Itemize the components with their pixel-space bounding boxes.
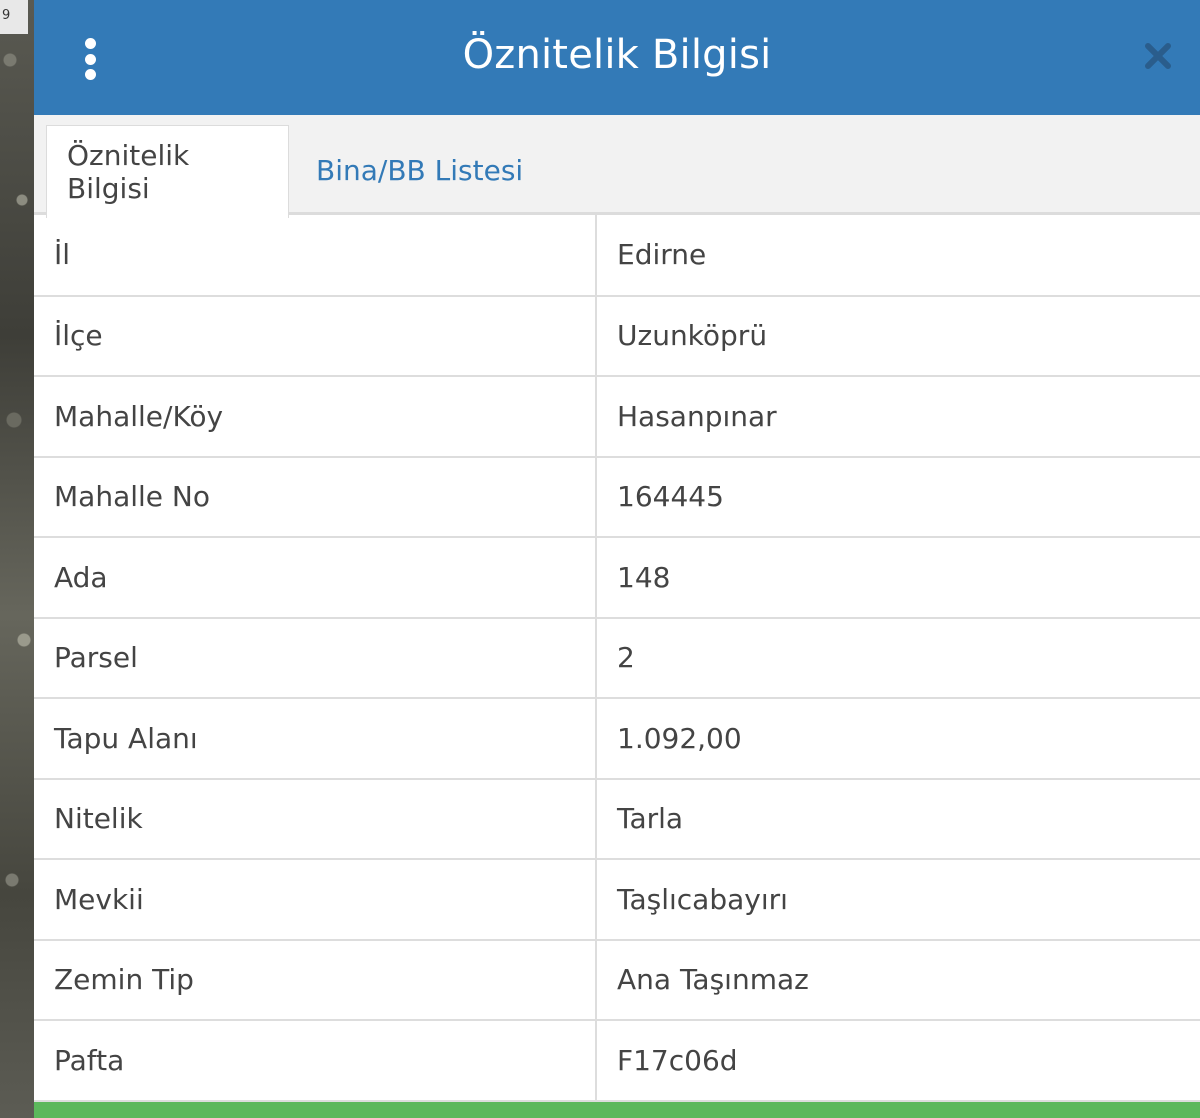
attribute-value: Edirne <box>595 215 1200 297</box>
attribute-panel: Öznitelik Bilgisi Öznitelik Bilgisi Bina… <box>34 0 1200 1118</box>
attribute-key: Zemin Tip <box>34 938 597 1021</box>
table-row: Parsel 2 <box>34 616 1200 699</box>
table-row: Pafta F17c06d <box>34 1019 1200 1102</box>
table-row: Mahalle/Köy Hasanpınar <box>34 375 1200 458</box>
attribute-value: 2 <box>595 616 1200 699</box>
tab-bar: Öznitelik Bilgisi Bina/BB Listesi <box>34 115 1200 218</box>
attribute-value: Ana Taşınmaz <box>595 938 1200 1021</box>
attribute-key: Pafta <box>34 1019 597 1102</box>
table-row: Ada 148 <box>34 536 1200 619</box>
attribute-value: Taşlıcabayırı <box>595 858 1200 941</box>
attribute-key: Mahalle No <box>34 455 597 538</box>
table-row: İlçe Uzunköprü <box>34 294 1200 377</box>
map-corner-label: 9 <box>0 0 28 34</box>
attribute-key: Tapu Alanı <box>34 697 597 780</box>
attribute-value: Hasanpınar <box>595 375 1200 458</box>
tab-attribute-info[interactable]: Öznitelik Bilgisi <box>46 125 289 218</box>
attribute-value: 148 <box>595 536 1200 619</box>
attribute-key: İlçe <box>34 294 597 377</box>
attribute-value: Tarla <box>595 777 1200 860</box>
table-row: Mahalle No 164445 <box>34 455 1200 538</box>
attribute-key: Parsel <box>34 616 597 699</box>
attribute-key: İl <box>34 215 597 297</box>
close-icon[interactable] <box>1142 40 1174 72</box>
footer-bar <box>34 1102 1200 1118</box>
attribute-key: Nitelik <box>34 777 597 860</box>
panel-title: Öznitelik Bilgisi <box>462 32 772 78</box>
map-background[interactable] <box>0 0 34 1118</box>
table-row: İl Edirne <box>34 215 1200 297</box>
panel-header: Öznitelik Bilgisi <box>34 0 1200 115</box>
attribute-key: Mahalle/Köy <box>34 375 597 458</box>
attribute-value: 164445 <box>595 455 1200 538</box>
attribute-key: Ada <box>34 536 597 619</box>
table-row: Zemin Tip Ana Taşınmaz <box>34 938 1200 1021</box>
table-row: Tapu Alanı 1.092,00 <box>34 697 1200 780</box>
attribute-value: Uzunköprü <box>595 294 1200 377</box>
attribute-key: Mevkii <box>34 858 597 941</box>
table-row: Nitelik Tarla <box>34 777 1200 860</box>
tab-building-list[interactable]: Bina/BB Listesi <box>296 125 543 215</box>
attribute-value: F17c06d <box>595 1019 1200 1102</box>
attribute-value: 1.092,00 <box>595 697 1200 780</box>
table-row: Mevkii Taşlıcabayırı <box>34 858 1200 941</box>
attribute-table: İl Edirne İlçe Uzunköprü Mahalle/Köy Hasanpın… <box>34 215 1200 1102</box>
